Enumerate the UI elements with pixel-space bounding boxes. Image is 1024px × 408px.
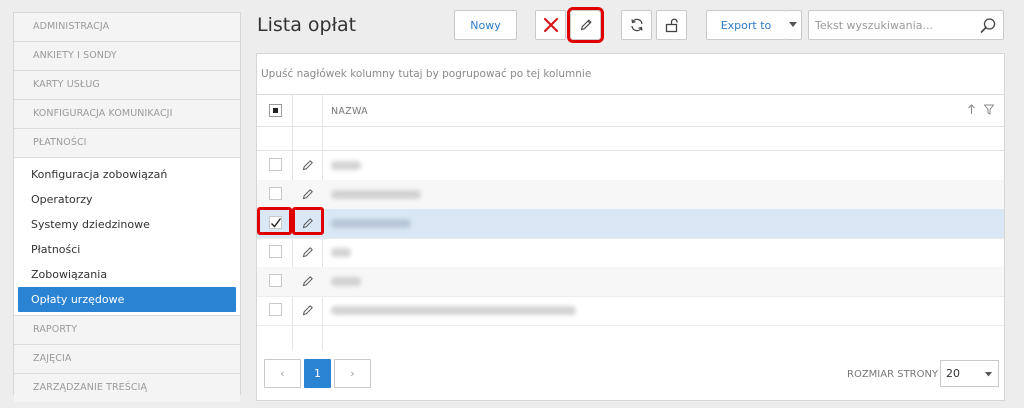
sidebar-section-zarzadzanie-trescia[interactable]: ZARZĄDZANIE TREŚCIĄ (14, 374, 240, 402)
table-row[interactable] (257, 267, 1004, 297)
pencil-icon[interactable] (302, 275, 314, 287)
table-row-selected[interactable] (257, 209, 1004, 239)
pencil-icon[interactable] (302, 246, 314, 258)
filter-icon[interactable] (984, 104, 994, 115)
group-panel-hint[interactable]: Upuść nagłówek kolumny tutaj by pogrupow… (261, 68, 591, 80)
page-size-label: ROZMIAR STRONY (847, 369, 939, 380)
pencil-icon[interactable] (302, 188, 314, 200)
sidebar-payments-submenu: Konfiguracja zobowiązań Operatorzy Syste… (14, 158, 240, 316)
sidebar-section-ankiety-i-sondy[interactable]: ANKIETY I SONDY (14, 42, 240, 71)
table-row[interactable] (257, 151, 1004, 181)
table-row[interactable] (257, 296, 1004, 326)
new-button[interactable]: Nowy (454, 10, 517, 40)
refresh-icon (630, 18, 643, 32)
page-size-value: 20 (946, 367, 960, 380)
close-icon (543, 17, 558, 33)
row-checkbox[interactable] (269, 245, 282, 258)
pager-prev-button[interactable]: ‹ (264, 359, 301, 388)
grid-header-row: NAZWA (257, 94, 1004, 127)
blurred-name-cell (331, 190, 421, 199)
delete-button[interactable] (535, 10, 566, 40)
pencil-icon (580, 19, 591, 31)
blurred-name-cell (331, 277, 361, 286)
sidebar-item-zobowiazania[interactable]: Zobowiązania (14, 262, 240, 287)
unlock-button[interactable] (656, 10, 687, 40)
export-dropdown-button[interactable] (785, 10, 802, 40)
blurred-name-cell (331, 161, 361, 170)
caret-down-icon (985, 372, 992, 377)
page-title: Lista opłat (257, 14, 357, 36)
highlight-box (292, 207, 324, 235)
pencil-icon[interactable] (302, 304, 314, 316)
table-row[interactable] (257, 238, 1004, 268)
search-icon[interactable] (980, 17, 997, 34)
refresh-button[interactable] (621, 10, 652, 40)
page-size-select[interactable]: 20 (940, 360, 999, 387)
sidebar-item-oplaty-urzedowe[interactable]: Opłaty urzędowe (18, 287, 236, 312)
blurred-name-cell (331, 306, 576, 315)
column-header-nazwa[interactable]: NAZWA (331, 106, 368, 117)
blurred-name-cell (331, 219, 411, 228)
sidebar-section-karty-uslug[interactable]: KARTY USŁUG (14, 71, 240, 100)
search-input[interactable] (809, 11, 983, 39)
sidebar-item-konfiguracja-zobowiazan[interactable]: Konfiguracja zobowiązań (14, 162, 240, 187)
pager-next-button[interactable]: › (334, 359, 371, 388)
row-checkbox[interactable] (269, 158, 282, 171)
export-button[interactable]: Export to (706, 10, 786, 40)
select-all-checkbox[interactable] (269, 104, 282, 117)
grid-filter-row[interactable] (257, 126, 1004, 151)
search-box (808, 10, 1004, 40)
table-row[interactable] (257, 180, 1004, 210)
row-checkbox[interactable] (269, 274, 282, 287)
row-checkbox[interactable] (269, 303, 282, 316)
unlock-icon (665, 18, 678, 33)
sidebar-section-zajecia[interactable]: ZAJĘCIA (14, 345, 240, 374)
caret-down-icon (789, 22, 797, 27)
sidebar-section-administracja[interactable]: ADMINISTRACJA (14, 13, 240, 42)
highlight-box (257, 207, 292, 235)
sidebar-item-systemy-dziedzinowe[interactable]: Systemy dziedzinowe (14, 212, 240, 237)
sidebar-section-platnosci[interactable]: PŁATNOŚCI (14, 129, 240, 158)
sidebar-section-raporty[interactable]: RAPORTY (14, 316, 240, 345)
pager-page-1[interactable]: 1 (304, 359, 331, 388)
sidebar: ADMINISTRACJA ANKIETY I SONDY KARTY USŁU… (13, 12, 241, 402)
sidebar-item-operatorzy[interactable]: Operatorzy (14, 187, 240, 212)
blurred-name-cell (331, 248, 351, 257)
sort-ascending-icon[interactable] (967, 104, 976, 115)
pencil-icon[interactable] (302, 159, 314, 171)
row-checkbox[interactable] (269, 187, 282, 200)
sidebar-section-konfiguracja-komunikacji[interactable]: KONFIGURACJA KOMUNIKACJI (14, 100, 240, 129)
fees-grid: Upuść nagłówek kolumny tutaj by pogrupow… (256, 53, 1005, 401)
edit-button[interactable] (567, 7, 604, 43)
sidebar-item-platnosci[interactable]: Płatności (14, 237, 240, 262)
